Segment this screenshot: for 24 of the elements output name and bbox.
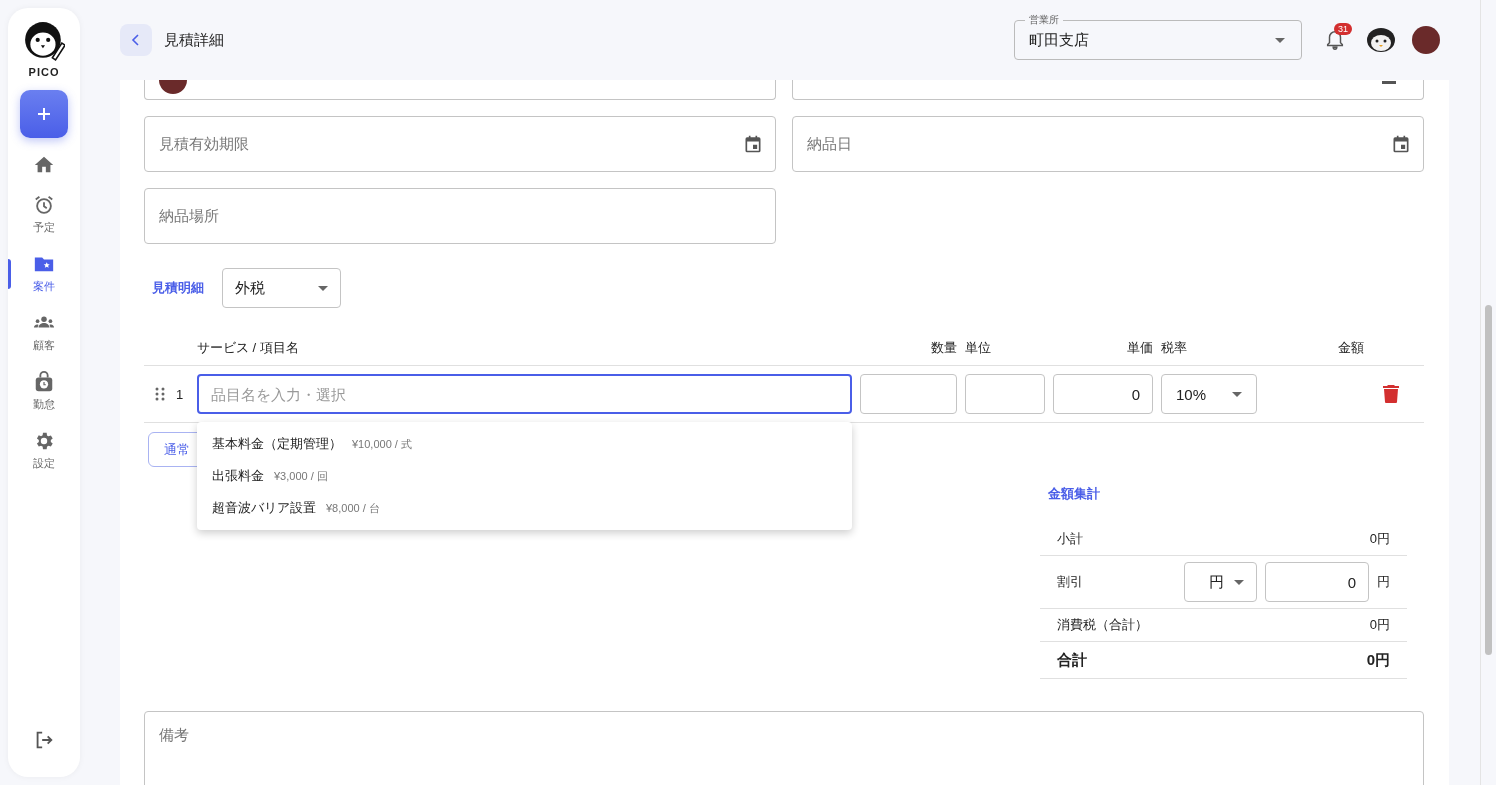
column-header: 単位 [965, 338, 992, 357]
column-header: 金額 [1337, 338, 1365, 357]
branch-label: 営業所 [1028, 14, 1060, 26]
section-title: 金額集計 [1048, 485, 1101, 503]
column-header: 単価 [1126, 338, 1153, 357]
column-header: サービス / 項目名 [197, 338, 300, 357]
unit-label: 円 [1377, 573, 1390, 591]
summary-value: 0円 [1369, 616, 1390, 634]
logo-text: PICO [28, 66, 60, 78]
summary-label: 消費税（合計） [1057, 616, 1149, 634]
column-header: 税率 [1161, 338, 1188, 357]
row-number: 1 [176, 386, 184, 402]
section-title: 見積明細 [152, 279, 204, 297]
suggestion-price: ¥8,000 / 台 [326, 500, 380, 516]
suggestion-price: ¥3,000 / 回 [274, 468, 328, 484]
summary-label: 小計 [1057, 530, 1084, 548]
notification-badge: 31 [1334, 23, 1352, 35]
suggestion-price: ¥10,000 / 式 [352, 436, 412, 452]
summary-value: 0円 [1369, 530, 1390, 548]
column-header: 数量 [930, 338, 957, 357]
summary-label: 割引 [1057, 573, 1084, 591]
page-title: 見積詳細 [164, 30, 224, 50]
summary-value: 0円 [1366, 650, 1390, 670]
summary-label: 合計 [1057, 650, 1088, 670]
